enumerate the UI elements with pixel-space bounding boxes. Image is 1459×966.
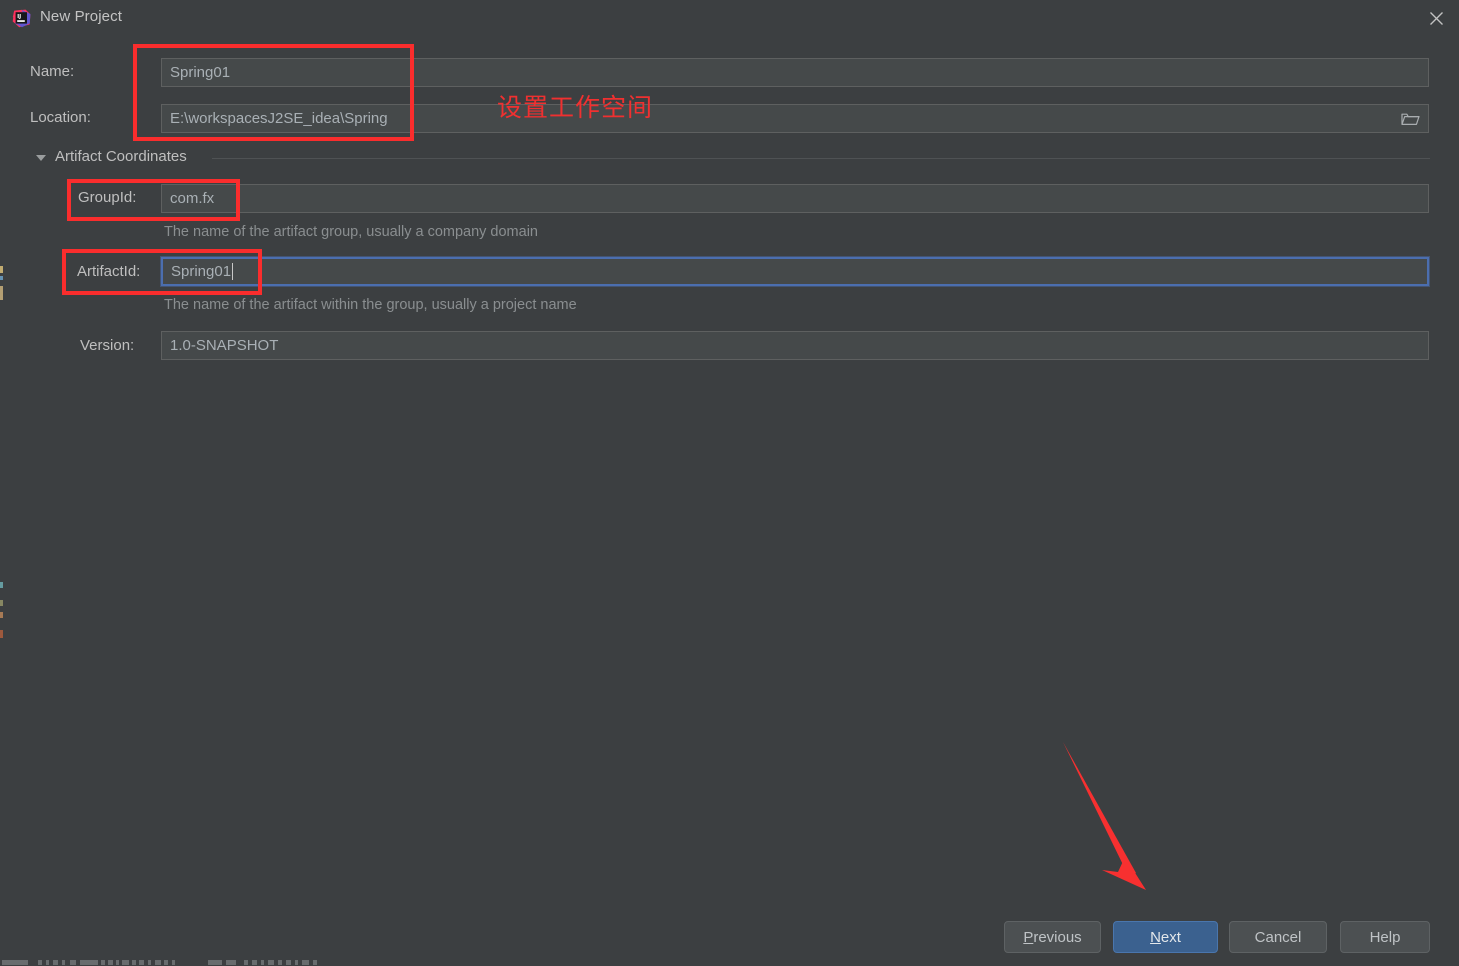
name-input-value: Spring01 — [170, 64, 231, 81]
text-caret — [232, 263, 234, 280]
bleed-artifact — [0, 630, 3, 638]
groupid-hint: The name of the artifact group, usually … — [164, 224, 538, 240]
workspace-note-text: 设置工作空间 — [497, 93, 654, 122]
name-label: Name: — [30, 63, 75, 80]
section-divider — [212, 158, 1430, 159]
artifact-coordinates-label: Artifact Coordinates — [55, 148, 187, 165]
artifactid-label: ArtifactId: — [77, 263, 141, 280]
next-button-arrow — [1050, 730, 1170, 900]
next-button-label-rest: ext — [1160, 928, 1181, 946]
bleed-artifact — [0, 582, 3, 588]
artifact-coordinates-section-header[interactable]: Artifact Coordinates — [30, 148, 1430, 170]
chevron-down-icon — [36, 155, 46, 161]
previous-button[interactable]: Previous — [1004, 921, 1101, 953]
intellij-idea-icon: IJ — [12, 9, 31, 28]
bleed-artifact — [0, 276, 3, 280]
version-label: Version: — [80, 337, 135, 354]
groupid-label: GroupId: — [78, 189, 137, 206]
bleed-artifact — [0, 612, 3, 618]
background-window-bleed — [0, 958, 340, 966]
next-button[interactable]: Next — [1113, 921, 1218, 953]
window-title: New Project — [40, 8, 122, 25]
version-input[interactable]: 1.0-SNAPSHOT — [161, 331, 1429, 360]
name-input[interactable]: Spring01 — [161, 58, 1429, 87]
svg-text:IJ: IJ — [17, 14, 21, 20]
groupid-input-value: com.fx — [170, 190, 215, 207]
groupid-input[interactable]: com.fx — [161, 184, 1429, 213]
location-input[interactable]: E:\workspacesJ2SE_idea\Spring — [161, 104, 1429, 133]
folder-browse-icon[interactable] — [1392, 104, 1428, 133]
artifactid-input-value: Spring01 — [171, 263, 232, 280]
bleed-artifact — [0, 286, 3, 300]
bleed-artifact — [0, 266, 3, 273]
title-bar: IJ New Project — [0, 0, 1459, 37]
previous-button-label-rest: revious — [1033, 928, 1082, 946]
bleed-artifact — [0, 600, 3, 606]
location-input-value: E:\workspacesJ2SE_idea\Spring — [170, 110, 388, 127]
location-label: Location: — [30, 109, 91, 126]
new-project-dialog: IJ New Project Name: Spring01 Location: … — [0, 0, 1459, 966]
help-button[interactable]: Help — [1340, 921, 1430, 953]
artifactid-input[interactable]: Spring01 — [161, 257, 1429, 286]
artifactid-hint: The name of the artifact within the grou… — [164, 297, 577, 313]
close-icon[interactable] — [1413, 0, 1459, 37]
version-input-value: 1.0-SNAPSHOT — [170, 337, 279, 354]
cancel-button[interactable]: Cancel — [1229, 921, 1327, 953]
